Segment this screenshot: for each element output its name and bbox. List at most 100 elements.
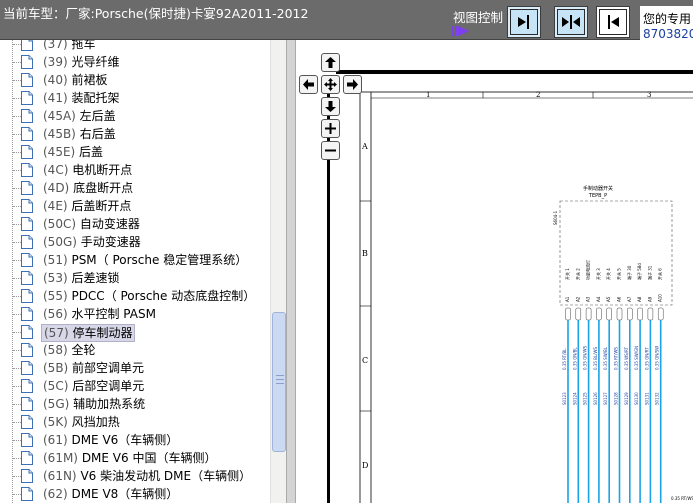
tree-item-code: (58) <box>43 343 72 357</box>
tree-item[interactable]: (53) 后差速锁 <box>0 269 270 287</box>
tree-item-name: DME V8（车辆侧） <box>71 487 179 501</box>
wire-code-label: 0.35 SW/BL <box>603 346 608 370</box>
top-header: 当前车型：厂家:Porsche(保时捷)卡宴92A2011-2012 视图控制 <box>0 0 693 40</box>
document-icon <box>21 127 33 141</box>
tree-connector <box>13 260 21 261</box>
tree-item[interactable]: (50C) 自动变速器 <box>0 215 270 233</box>
tree-item[interactable]: (45E) 后盖 <box>0 143 270 161</box>
tree-item-code: (57) <box>44 326 73 340</box>
tree-item-name: 后差速锁 <box>71 271 120 285</box>
tree-connector <box>13 206 21 207</box>
tree-item-code: (40) <box>43 73 72 87</box>
tree-item[interactable]: (61) DME V6（车辆侧） <box>0 431 270 449</box>
tree-item-label: (45B) 右后盖 <box>41 126 118 142</box>
tree-item-name: 后部空调单元 <box>72 379 145 393</box>
tree-item[interactable]: (57) 停车制动器 <box>0 323 270 342</box>
pan-left-button[interactable] <box>299 75 318 94</box>
tree-item[interactable]: (55) PDCC（ Porsche 动态底盘控制） <box>0 287 270 305</box>
tree-item-label: (55) PDCC（ Porsche 动态底盘控制） <box>41 288 257 304</box>
pin-label: A5 <box>606 296 611 302</box>
pan-right-button[interactable] <box>343 75 362 94</box>
document-icon <box>21 307 33 321</box>
tree-item[interactable]: (5B) 前部空调单元 <box>0 359 270 377</box>
collapse-left-icon <box>510 9 538 35</box>
tree-item-label: (61) DME V6（车辆侧） <box>41 432 180 448</box>
pin-label: A8 <box>637 296 642 302</box>
tree-item[interactable]: (56) 水平控制 PASM <box>0 305 270 323</box>
document-icon <box>21 55 33 69</box>
view-split-button[interactable] <box>554 6 588 38</box>
tree-item-label: (4E) 后盖断开点 <box>41 198 133 214</box>
tree-item[interactable]: (41) 装配托架 <box>0 89 270 107</box>
tree-item[interactable]: (40) 前裙板 <box>0 71 270 89</box>
tree-item-label: (39) 光导纤维 <box>41 54 121 70</box>
tree-item-name: 装配托架 <box>71 91 120 105</box>
scrollbar-grip-line <box>276 375 284 376</box>
view-right-panel-button[interactable] <box>596 6 630 38</box>
wire-number-label: S0125 <box>583 392 588 405</box>
tree-item-code: (45A) <box>43 109 80 123</box>
tree-item[interactable]: (45A) 左后盖 <box>0 107 270 125</box>
tree-scrollbar-thumb[interactable] <box>272 312 286 452</box>
tree-item-name: 手动变速器 <box>80 235 141 249</box>
wire-number-label: S0132 <box>655 392 660 405</box>
tree-connector <box>13 368 21 369</box>
tree-item-label: (5B) 前部空调单元 <box>41 360 146 376</box>
tree-item[interactable]: (4D) 底盘断开点 <box>0 179 270 197</box>
wire-number-label: S0128 <box>614 392 619 405</box>
tree-item-label: (61M) DME V6 中国（车辆侧） <box>41 450 218 466</box>
tree-item-name: 辅助加热系统 <box>73 397 146 411</box>
tree-item-code: (51) <box>43 253 72 267</box>
zoom-in-button[interactable] <box>321 119 340 138</box>
tree-item[interactable]: (61N) V6 柴油发动机 DME（车辆侧） <box>0 467 270 485</box>
pin-function-label: 端子 58d <box>636 263 642 280</box>
pin-function-label: 开关 6 <box>657 268 663 280</box>
tree-item-label: (51) PSM（ Porsche 稳定管理系统） <box>41 252 249 268</box>
tree-item-label: (45A) 左后盖 <box>41 108 118 124</box>
tree-item[interactable]: (51) PSM（ Porsche 稳定管理系统） <box>0 251 270 269</box>
tree-item[interactable]: (5G) 辅助加热系统 <box>0 395 270 413</box>
tree-item[interactable]: (39) 光导纤维 <box>0 53 270 71</box>
tree-item-code: (61M) <box>43 451 82 465</box>
tree-item-label: (4C) 电机断开点 <box>41 162 134 178</box>
document-icon <box>21 325 33 339</box>
tree-item[interactable]: (37) 拖车 <box>0 40 270 53</box>
tree-connector <box>13 422 21 423</box>
pin-function-label: 端子 31 <box>646 265 652 280</box>
tree-item[interactable]: (45B) 右后盖 <box>0 125 270 143</box>
pan-up-button[interactable] <box>321 53 340 72</box>
tree-item-code: (5C) <box>43 379 73 393</box>
wire-code-label: 0.35 WS/RT <box>624 346 629 370</box>
tree-item[interactable]: (5C) 后部空调单元 <box>0 377 270 395</box>
connector-terminal <box>575 307 582 321</box>
wire-number-label: S0124 <box>572 392 577 405</box>
tree-item-name: 停车制动器 <box>72 326 133 340</box>
zoom-out-button[interactable] <box>321 141 340 160</box>
tree-item-label: (58) 全轮 <box>41 342 97 358</box>
document-icon <box>21 289 33 303</box>
tree-item[interactable]: (4C) 电机断开点 <box>0 161 270 179</box>
document-icon <box>21 361 33 375</box>
document-icon <box>21 181 33 195</box>
pan-center-button[interactable] <box>321 75 340 94</box>
tree-connector <box>13 224 21 225</box>
wire-number-label: S0129 <box>624 392 629 405</box>
panel-splitter[interactable] <box>286 40 296 503</box>
tree-item-label: (41) 装配托架 <box>41 90 121 106</box>
tree-item[interactable]: (62) DME V8（车辆侧） <box>0 485 270 503</box>
tree-item[interactable]: (61M) DME V6 中国（车辆侧） <box>0 449 270 467</box>
tree-scrollbar[interactable] <box>270 40 286 503</box>
view-left-panel-button[interactable] <box>507 6 541 38</box>
tree-connector <box>13 116 21 117</box>
tree-item[interactable]: (58) 全轮 <box>0 341 270 359</box>
tree-item[interactable]: (5K) 风挡加热 <box>0 413 270 431</box>
tree-item[interactable]: (4E) 后盖断开点 <box>0 197 270 215</box>
tree-item[interactable]: (50G) 手动变速器 <box>0 233 270 251</box>
user-info-number: 8703820 <box>643 27 693 40</box>
tree-item-code: (55) <box>43 289 72 303</box>
tree-connector <box>13 314 21 315</box>
pan-down-button[interactable] <box>321 97 340 116</box>
user-info-box: 您的专用 8703820 <box>640 6 693 40</box>
wiring-diagram-panel[interactable]: 1 2 3 A B C D 手制动器开关 TEPB_P S604-1 开关 1 A… <box>296 40 693 503</box>
tree-item-name: 水平控制 PASM <box>71 307 156 321</box>
